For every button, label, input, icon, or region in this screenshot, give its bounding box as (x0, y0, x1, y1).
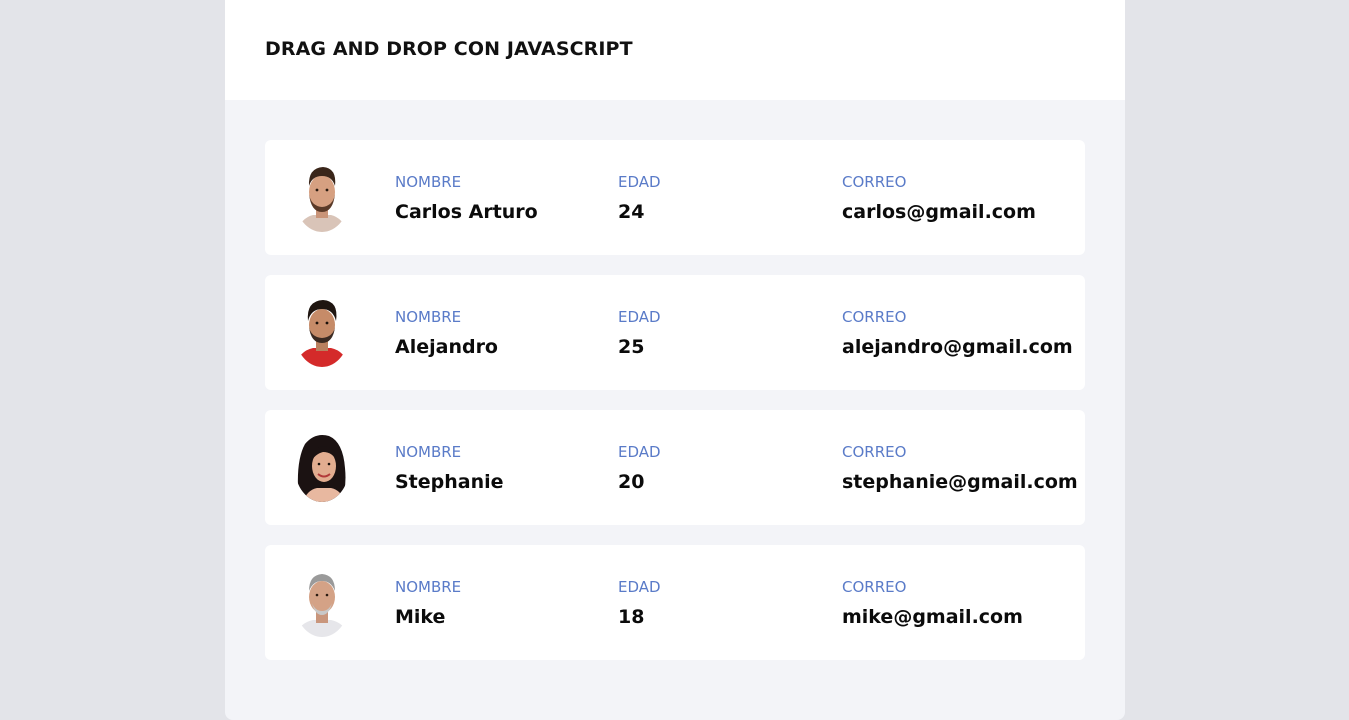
correo-label: CORREO (842, 173, 907, 191)
edad-label: EDAD (618, 308, 661, 326)
correo-value: carlos@gmail.com (842, 201, 1036, 223)
edad-field: EDAD 25 (618, 307, 661, 359)
edad-field: EDAD 18 (618, 577, 661, 629)
man-red-shirt-avatar (295, 299, 349, 367)
edad-label: EDAD (618, 443, 661, 461)
correo-value: mike@gmail.com (842, 606, 1023, 628)
nombre-field: NOMBRE Alejandro (395, 307, 498, 359)
user-card-stephanie[interactable]: NOMBRE Stephanie EDAD 20 CORREO stephani… (265, 410, 1085, 525)
man-beard-avatar (295, 164, 349, 232)
nombre-label: NOMBRE (395, 173, 462, 191)
page-title: DRAG AND DROP CON JAVASCRIPT (265, 38, 633, 60)
drag-drop-panel: DRAG AND DROP CON JAVASCRIPT NOMBRE Carl… (225, 0, 1125, 720)
correo-value: alejandro@gmail.com (842, 336, 1073, 358)
user-card-alejandro[interactable]: NOMBRE Alejandro EDAD 25 CORREO alejandr… (265, 275, 1085, 390)
correo-field: CORREO carlos@gmail.com (842, 172, 1036, 224)
nombre-label: NOMBRE (395, 443, 462, 461)
nombre-value: Carlos Arturo (395, 201, 538, 223)
nombre-value: Mike (395, 606, 446, 628)
nombre-field: NOMBRE Stephanie (395, 442, 504, 494)
user-card-carlos[interactable]: NOMBRE Carlos Arturo EDAD 24 CORREO carl… (265, 140, 1085, 255)
woman-dark-hair-avatar (295, 434, 349, 502)
user-card-mike[interactable]: NOMBRE Mike EDAD 18 CORREO mike@gmail.co… (265, 545, 1085, 660)
nombre-value: Alejandro (395, 336, 498, 358)
nombre-field: NOMBRE Mike (395, 577, 461, 629)
correo-label: CORREO (842, 308, 907, 326)
correo-label: CORREO (842, 443, 907, 461)
edad-value: 18 (618, 606, 645, 628)
nombre-label: NOMBRE (395, 308, 462, 326)
older-man-avatar (295, 569, 349, 637)
user-list: NOMBRE Carlos Arturo EDAD 24 CORREO carl… (265, 140, 1085, 680)
nombre-label: NOMBRE (395, 578, 462, 596)
correo-field: CORREO stephanie@gmail.com (842, 442, 1078, 494)
correo-field: CORREO mike@gmail.com (842, 577, 1023, 629)
nombre-field: NOMBRE Carlos Arturo (395, 172, 538, 224)
correo-field: CORREO alejandro@gmail.com (842, 307, 1073, 359)
edad-value: 20 (618, 471, 645, 493)
correo-value: stephanie@gmail.com (842, 471, 1078, 493)
edad-label: EDAD (618, 578, 661, 596)
panel-header: DRAG AND DROP CON JAVASCRIPT (225, 0, 1125, 100)
edad-value: 25 (618, 336, 645, 358)
edad-value: 24 (618, 201, 645, 223)
edad-field: EDAD 20 (618, 442, 661, 494)
edad-field: EDAD 24 (618, 172, 661, 224)
nombre-value: Stephanie (395, 471, 504, 493)
correo-label: CORREO (842, 578, 907, 596)
edad-label: EDAD (618, 173, 661, 191)
